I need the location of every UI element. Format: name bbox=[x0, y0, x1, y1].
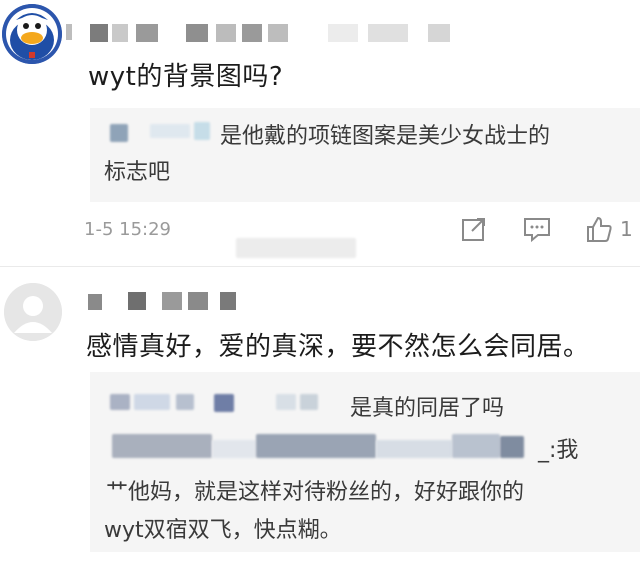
reply-text-line-2: 标志吧 bbox=[104, 160, 171, 185]
share-icon bbox=[462, 218, 485, 241]
reply-username-censored-5 bbox=[276, 394, 296, 410]
comment-text: wyt的背景图吗? bbox=[88, 62, 284, 92]
censored-band bbox=[112, 434, 212, 458]
reply-text-line-3: 艹他妈，就是这样对待粉丝的，好好跟你的 bbox=[106, 480, 525, 505]
censored-band-3 bbox=[256, 434, 376, 458]
censored-band-5 bbox=[452, 434, 500, 458]
reply-username-censored-3 bbox=[194, 122, 210, 140]
reply-username-censored bbox=[110, 124, 128, 142]
reply-username-censored-2 bbox=[150, 124, 190, 138]
reply-text-line-1: 是真的同居了吗 bbox=[350, 396, 505, 421]
timestamp: 1-5 15:29 bbox=[84, 219, 171, 240]
reply-username-censored-6 bbox=[300, 394, 318, 410]
default-avatar-icon bbox=[4, 283, 62, 341]
censored-band-2 bbox=[212, 440, 256, 458]
username-censored-2 bbox=[268, 24, 468, 44]
reply-text-line-4: wyt双宿双飞，快点糊。 bbox=[104, 518, 342, 543]
censored-band-6 bbox=[500, 436, 524, 458]
reply-username-censored-3 bbox=[176, 394, 194, 410]
comment-button[interactable] bbox=[522, 212, 552, 246]
censored-strip bbox=[236, 238, 356, 258]
share-button[interactable] bbox=[460, 212, 488, 246]
reply-username-censored-4 bbox=[214, 394, 234, 412]
thumbs-up-icon bbox=[587, 216, 612, 242]
duck-avatar-icon bbox=[2, 4, 62, 64]
username-censored bbox=[66, 24, 266, 44]
avatar[interactable] bbox=[4, 283, 62, 341]
censored-band-4 bbox=[376, 440, 452, 458]
like-count: 1 bbox=[620, 217, 633, 241]
reply-username-censored bbox=[110, 394, 130, 410]
username-censored bbox=[88, 292, 278, 312]
like-button[interactable]: 1 bbox=[584, 212, 633, 246]
reply-text-line-2: _:我 bbox=[538, 438, 579, 463]
comment-divider bbox=[0, 266, 640, 267]
comment-icon bbox=[524, 218, 550, 243]
comment-text: 感情真好，爱的真深，要不然怎么会同居。 bbox=[86, 332, 590, 362]
reply-username-censored-2 bbox=[134, 394, 170, 410]
avatar[interactable] bbox=[2, 4, 62, 64]
reply-text-line-1: 是他戴的项链图案是美少女战士的 bbox=[220, 124, 551, 149]
